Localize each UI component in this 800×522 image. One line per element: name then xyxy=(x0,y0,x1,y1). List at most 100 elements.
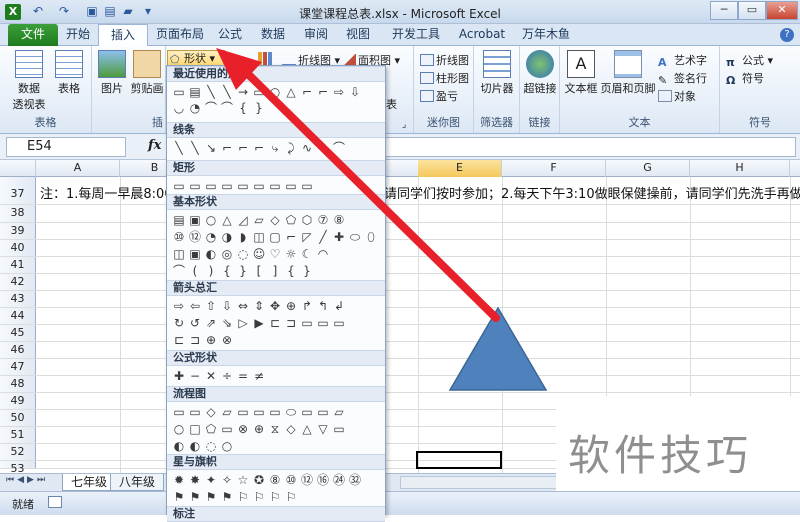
shape-option-icon[interactable]: ⑯ xyxy=(315,472,331,488)
tab-insert[interactable]: 插入 xyxy=(98,24,148,47)
shape-option-icon[interactable]: { xyxy=(283,263,299,279)
tab-acrobat[interactable]: Acrobat xyxy=(454,24,510,46)
shape-option-icon[interactable]: ▢ xyxy=(267,229,283,245)
shape-option-icon[interactable]: → xyxy=(235,84,251,100)
shape-option-icon[interactable]: ⤸ xyxy=(283,140,299,156)
shape-option-icon[interactable]: ⇘ xyxy=(219,315,235,331)
shape-option-icon[interactable]: ⑩ xyxy=(283,472,299,488)
shape-option-icon[interactable]: } xyxy=(251,100,267,116)
shape-option-icon[interactable]: ⌒ xyxy=(219,100,235,116)
shape-option-icon[interactable]: ✧ xyxy=(219,472,235,488)
row-header[interactable]: 43 xyxy=(0,291,36,307)
shape-option-icon[interactable]: ╲ xyxy=(203,84,219,100)
maximize-button[interactable]: ▭ xyxy=(738,1,766,20)
shape-option-icon[interactable]: ⚑ xyxy=(171,489,187,505)
shape-option-icon[interactable]: □ xyxy=(187,421,203,437)
shape-option-icon[interactable]: ◎ xyxy=(219,246,235,262)
row-header[interactable]: 45 xyxy=(0,325,36,341)
close-button[interactable]: ✕ xyxy=(766,1,798,20)
shape-option-icon[interactable]: ▣ xyxy=(187,246,203,262)
shape-option-icon[interactable]: ▭ xyxy=(315,315,331,331)
grid-row[interactable]: 48 xyxy=(0,376,800,393)
grid-row[interactable]: 46 xyxy=(0,342,800,359)
grid-row[interactable]: 47 xyxy=(0,359,800,376)
macro-record-icon[interactable] xyxy=(48,496,62,508)
shape-option-icon[interactable]: ⇩ xyxy=(219,298,235,314)
sheet-tab-grade8[interactable]: 八年级 xyxy=(110,474,165,491)
signature-line-button[interactable]: ✎ 签名行 xyxy=(658,70,707,87)
shape-option-icon[interactable]: ▽ xyxy=(315,421,331,437)
shape-option-icon[interactable]: ⇦ xyxy=(187,298,203,314)
shape-option-icon[interactable]: ⇔ xyxy=(235,298,251,314)
shape-option-icon[interactable]: ⊗ xyxy=(219,332,235,348)
shape-option-icon[interactable]: ⊕ xyxy=(251,421,267,437)
shape-option-icon[interactable]: ⚐ xyxy=(251,489,267,505)
shape-option-icon[interactable]: ⊕ xyxy=(283,298,299,314)
shape-option-icon[interactable]: ▭ xyxy=(219,421,235,437)
shape-option-icon[interactable]: ○ xyxy=(203,212,219,228)
row-header[interactable]: 52 xyxy=(0,444,36,460)
header-footer-button[interactable]: 页眉和页脚 xyxy=(600,50,656,96)
shape-option-icon[interactable]: ○ xyxy=(219,438,235,454)
shape-option-icon[interactable]: ⑧ xyxy=(331,212,347,228)
shape-option-icon[interactable]: ⇨ xyxy=(331,84,347,100)
tab-file[interactable]: 文件 xyxy=(8,24,58,46)
shape-option-icon[interactable]: △ xyxy=(299,421,315,437)
equation-button[interactable]: π 公式 ▾ xyxy=(726,52,773,69)
shape-option-icon[interactable]: ▭ xyxy=(299,178,315,194)
shape-option-icon[interactable]: ⇕ xyxy=(251,298,267,314)
minimize-button[interactable]: ─ xyxy=(710,1,738,20)
shape-option-icon[interactable]: ╱ xyxy=(315,229,331,245)
shape-option-icon[interactable]: ㉜ xyxy=(347,472,363,488)
row-header[interactable]: 53 xyxy=(0,461,36,473)
shape-option-icon[interactable]: ◌ xyxy=(235,246,251,262)
shape-option-icon[interactable]: ▭ xyxy=(267,404,283,420)
shape-option-icon[interactable]: ◔ xyxy=(187,100,203,116)
table-button[interactable]: 表格 xyxy=(52,50,86,96)
shape-option-icon[interactable]: ▭ xyxy=(187,178,203,194)
shape-option-icon[interactable]: ✚ xyxy=(331,229,347,245)
tab-page-layout[interactable]: 页面布局 xyxy=(150,24,210,46)
shape-option-icon[interactable]: ⊏ xyxy=(171,332,187,348)
grid-row[interactable]: 44 xyxy=(0,308,800,325)
shape-option-icon[interactable]: ◌ xyxy=(203,438,219,454)
shape-option-icon[interactable]: ◇ xyxy=(203,404,219,420)
shape-option-icon[interactable]: ◫ xyxy=(171,246,187,262)
shape-option-icon[interactable]: ∿ xyxy=(299,140,315,156)
shape-option-icon[interactable]: ↱ xyxy=(299,298,315,314)
insert-function-icon[interactable]: fx xyxy=(148,138,161,153)
shape-option-icon[interactable]: △ xyxy=(283,84,299,100)
shape-option-icon[interactable]: ✥ xyxy=(267,298,283,314)
tab-wannian-muyu[interactable]: 万年木鱼 xyxy=(518,24,574,46)
shape-option-icon[interactable]: ▭ xyxy=(187,404,203,420)
sparkline-winloss-button[interactable]: 盈亏 xyxy=(420,88,458,104)
textbox-button[interactable]: A 文本框 xyxy=(564,50,598,96)
shape-option-icon[interactable]: ⬠ xyxy=(283,212,299,228)
row-header[interactable]: 46 xyxy=(0,342,36,358)
shape-option-icon[interactable]: ○ xyxy=(171,421,187,437)
shape-option-icon[interactable]: ╲ xyxy=(187,140,203,156)
shape-option-icon[interactable]: ⚐ xyxy=(283,489,299,505)
shape-option-icon[interactable]: ⑩ xyxy=(171,229,187,245)
active-cell-e54[interactable] xyxy=(416,451,502,469)
shape-option-icon[interactable]: ( xyxy=(187,263,203,279)
symbol-button[interactable]: Ω 符号 xyxy=(726,70,764,87)
shape-option-icon[interactable]: ▭ xyxy=(171,404,187,420)
shape-option-icon[interactable]: ◇ xyxy=(283,421,299,437)
tab-developer[interactable]: 开发工具 xyxy=(388,24,444,46)
sparkline-line-button[interactable]: 折线图 xyxy=(420,52,469,68)
triangle-shape[interactable] xyxy=(448,306,548,392)
picture-button[interactable]: 图片 xyxy=(96,50,128,96)
tab-view[interactable]: 视图 xyxy=(340,24,376,46)
shape-option-icon[interactable]: ⇗ xyxy=(203,315,219,331)
slicer-button[interactable]: 切片器 xyxy=(478,50,516,96)
grid-row[interactable]: 41 xyxy=(0,257,800,274)
row-header[interactable]: 42 xyxy=(0,274,36,290)
shape-option-icon[interactable]: ▭ xyxy=(267,178,283,194)
sparkline-column-button[interactable]: 柱形图 xyxy=(420,70,469,86)
shape-option-icon[interactable]: [ xyxy=(251,263,267,279)
shape-option-icon[interactable]: { xyxy=(219,263,235,279)
shape-option-icon[interactable]: ◠ xyxy=(315,246,331,262)
shape-option-icon[interactable]: ⌐ xyxy=(299,84,315,100)
tab-data[interactable]: 数据 xyxy=(255,24,291,46)
